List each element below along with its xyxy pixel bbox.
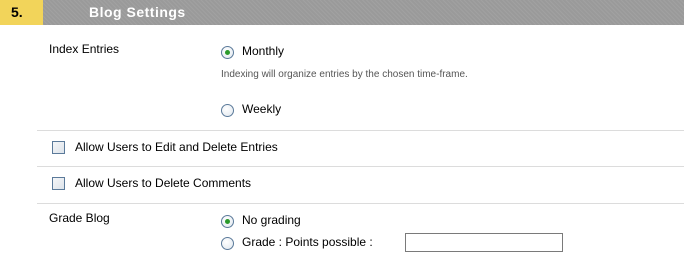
monthly-label[interactable]: Monthly <box>242 44 284 58</box>
index-entries-hint: Indexing will organize entries by the ch… <box>221 69 468 80</box>
points-possible-input[interactable] <box>405 233 563 252</box>
allow-delete-comments-label[interactable]: Allow Users to Delete Comments <box>75 176 251 190</box>
no-grading-label[interactable]: No grading <box>242 213 301 227</box>
section-header: 5. Blog Settings <box>0 0 684 25</box>
weekly-radio[interactable] <box>221 104 234 117</box>
allow-edit-delete-entries-label[interactable]: Allow Users to Edit and Delete Entries <box>75 140 278 154</box>
grade-points-label[interactable]: Grade : Points possible : <box>242 235 373 249</box>
section-title: Blog Settings <box>43 0 684 25</box>
no-grading-radio[interactable] <box>221 215 234 228</box>
monthly-radio[interactable] <box>221 46 234 59</box>
weekly-label[interactable]: Weekly <box>242 102 281 116</box>
separator <box>37 166 684 167</box>
allow-edit-delete-entries-checkbox[interactable] <box>52 141 65 154</box>
grade-points-radio[interactable] <box>221 237 234 250</box>
separator <box>37 130 684 131</box>
allow-delete-comments-checkbox[interactable] <box>52 177 65 190</box>
separator <box>37 203 684 204</box>
section-number: 5. <box>0 0 43 25</box>
grade-blog-label: Grade Blog <box>49 211 110 225</box>
index-entries-label: Index Entries <box>49 42 120 56</box>
